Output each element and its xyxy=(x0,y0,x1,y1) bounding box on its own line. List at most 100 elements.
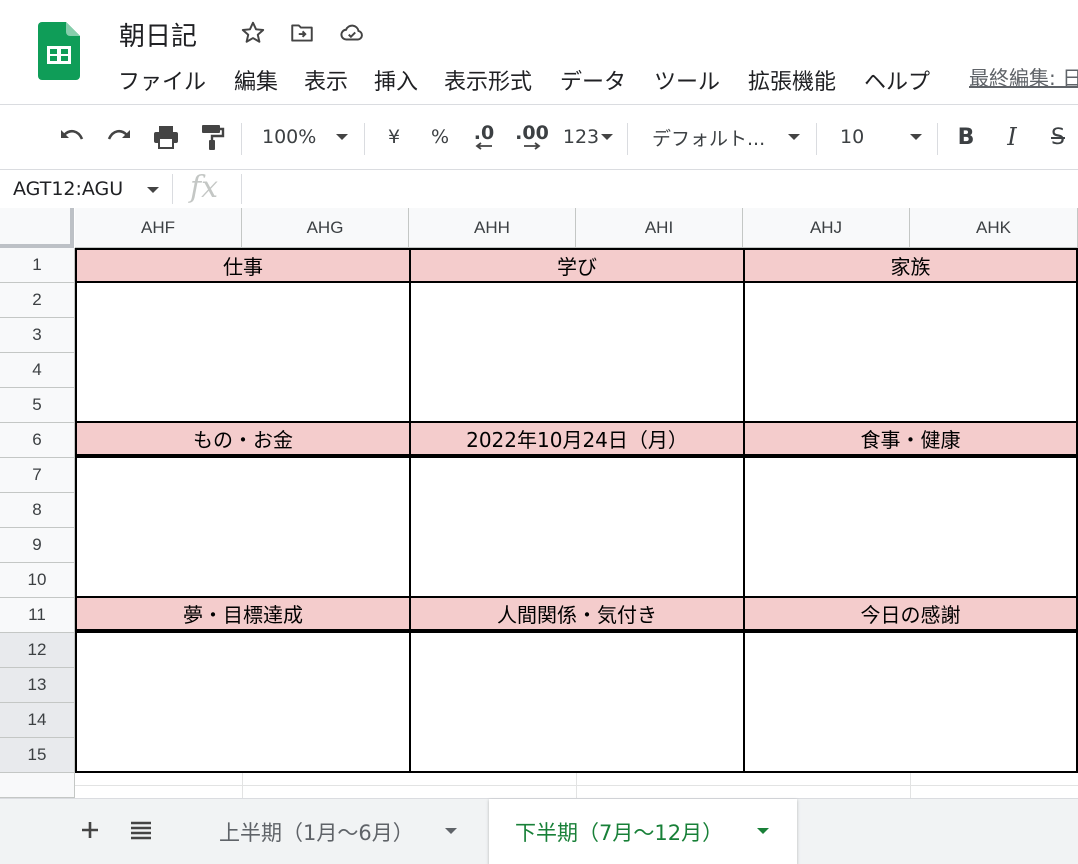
sheet-tab-label: 下半期（7月～12月） xyxy=(515,821,724,845)
section-header-gratitude[interactable]: 今日の感謝 xyxy=(743,596,1078,631)
row-header[interactable]: 3 xyxy=(0,318,75,353)
last-edit-link[interactable]: 最終編集: 日 xyxy=(969,62,1078,91)
menu-edit[interactable]: 編集 xyxy=(234,64,278,96)
font-size-select[interactable]: 10 xyxy=(840,121,924,153)
menu-help[interactable]: ヘルプ xyxy=(864,64,930,96)
section-header-date[interactable]: 2022年10月24日（月） xyxy=(409,421,745,456)
row-header[interactable]: 12 xyxy=(0,633,75,668)
chevron-down-icon[interactable] xyxy=(445,828,457,834)
menu-tools[interactable]: ツール xyxy=(654,64,720,96)
zoom-select[interactable]: 100% xyxy=(262,121,354,153)
italic-icon: I xyxy=(1007,123,1017,151)
row-header[interactable]: 8 xyxy=(0,493,75,528)
row-header[interactable]: 4 xyxy=(0,353,75,388)
row-header[interactable]: 13 xyxy=(0,668,75,703)
arrow-left-icon xyxy=(475,142,492,150)
document-title[interactable]: 朝日記 xyxy=(119,16,197,53)
section-header-health[interactable]: 食事・健康 xyxy=(743,421,1078,456)
bold-icon: B xyxy=(957,124,975,150)
chevron-down-icon xyxy=(601,134,614,140)
increase-decimal-button[interactable]: .00 xyxy=(512,121,552,153)
strikethrough-button[interactable]: S xyxy=(1044,121,1072,153)
name-box[interactable]: AGT12:AGU xyxy=(13,178,123,200)
section-body-gratitude[interactable] xyxy=(743,631,1078,773)
decrease-decimal-button[interactable]: .0 xyxy=(466,121,502,153)
menu-file[interactable]: ファイル xyxy=(118,64,206,96)
all-sheets-button[interactable] xyxy=(121,813,161,847)
section-header-work[interactable]: 仕事 xyxy=(75,248,411,283)
row-header[interactable]: 15 xyxy=(0,738,75,773)
italic-button[interactable]: I xyxy=(998,121,1026,153)
menu-view[interactable]: 表示 xyxy=(304,64,348,96)
undo-icon xyxy=(61,129,84,140)
section-header-goals[interactable]: 夢・目標達成 xyxy=(75,596,411,631)
plus-icon xyxy=(82,822,98,838)
column-header[interactable]: AHF xyxy=(75,208,242,248)
fx-icon: fx xyxy=(190,170,219,205)
column-header[interactable]: AHJ xyxy=(743,208,910,248)
section-body-goals[interactable] xyxy=(75,631,411,773)
font-family-select[interactable]: デフォルト... xyxy=(652,121,802,153)
column-header[interactable]: AHH xyxy=(409,208,576,248)
formula-bar: AGT12:AGU fx xyxy=(0,170,1078,208)
column-header[interactable]: AHK xyxy=(910,208,1078,248)
column-header[interactable]: AHI xyxy=(576,208,743,248)
print-button[interactable] xyxy=(148,121,184,153)
row-header[interactable]: 14 xyxy=(0,703,75,738)
section-body-date[interactable] xyxy=(409,456,745,598)
section-header-family[interactable]: 家族 xyxy=(743,248,1078,283)
divider xyxy=(364,123,365,155)
divider xyxy=(241,123,242,155)
paint-format-button[interactable] xyxy=(194,121,230,153)
bold-button[interactable]: B xyxy=(952,121,980,153)
section-header-money[interactable]: もの・お金 xyxy=(75,421,411,456)
percent-label: % xyxy=(430,126,450,148)
chevron-down-icon xyxy=(910,134,922,140)
section-body-work[interactable] xyxy=(75,281,411,423)
currency-label: ¥ xyxy=(387,126,401,148)
section-body-family[interactable] xyxy=(743,281,1078,423)
sheet-tab-bar: 上半期（1月～6月） 下半期（7月～12月） xyxy=(0,798,1078,864)
cloud-saved-icon[interactable] xyxy=(339,20,365,46)
add-sheet-button[interactable] xyxy=(70,813,110,847)
section-body-relationships[interactable] xyxy=(409,631,745,773)
menu-format[interactable]: 表示形式 xyxy=(444,64,532,96)
percent-format-button[interactable]: % xyxy=(425,121,455,153)
select-all-corner[interactable] xyxy=(0,208,74,248)
move-to-folder-icon[interactable] xyxy=(289,20,315,46)
row-header[interactable]: 5 xyxy=(0,388,75,423)
sheets-logo-icon[interactable] xyxy=(38,22,80,80)
section-body-money[interactable] xyxy=(75,456,411,598)
menu-data[interactable]: データ xyxy=(560,64,626,96)
currency-format-button[interactable]: ¥ xyxy=(380,121,408,153)
sheet-tab-first-half[interactable]: 上半期（1月～6月） xyxy=(195,799,485,864)
section-body-health[interactable] xyxy=(743,456,1078,598)
spreadsheet-grid[interactable]: AHF AHG AHH AHI AHJ AHK 1 2 3 4 5 6 7 8 … xyxy=(0,208,1078,798)
section-body-learning[interactable] xyxy=(409,281,745,423)
menu-insert[interactable]: 挿入 xyxy=(374,64,418,96)
chevron-down-icon[interactable] xyxy=(147,187,159,193)
column-header[interactable]: AHG xyxy=(242,208,409,248)
strikethrough-icon: S xyxy=(1051,124,1065,150)
title-bar: 朝日記 ファイル 編集 表示 挿入 表示形式 データ ツール 拡張機能 ヘルプ … xyxy=(0,0,1078,104)
chevron-down-icon[interactable] xyxy=(757,828,769,834)
more-formats-button[interactable]: 123 xyxy=(560,121,616,153)
divider xyxy=(627,123,628,155)
row-header[interactable]: 7 xyxy=(0,458,75,493)
redo-button[interactable] xyxy=(101,121,137,153)
section-header-learning[interactable]: 学び xyxy=(409,248,745,283)
arrow-right-icon xyxy=(524,142,541,150)
row-header[interactable]: 6 xyxy=(0,423,75,458)
sheet-tab-second-half[interactable]: 下半期（7月～12月） xyxy=(489,799,797,864)
font-size-value: 10 xyxy=(840,126,865,148)
star-icon[interactable] xyxy=(240,20,266,46)
undo-button[interactable] xyxy=(54,121,90,153)
row-header[interactable]: 11 xyxy=(0,598,75,633)
row-header[interactable]: 9 xyxy=(0,528,75,563)
row-header[interactable]: 2 xyxy=(0,283,75,318)
formula-input[interactable] xyxy=(250,176,1070,202)
row-header[interactable]: 1 xyxy=(0,248,75,283)
row-header[interactable]: 10 xyxy=(0,563,75,598)
menu-extensions[interactable]: 拡張機能 xyxy=(748,64,836,96)
section-header-relationships[interactable]: 人間関係・気付き xyxy=(409,596,745,631)
